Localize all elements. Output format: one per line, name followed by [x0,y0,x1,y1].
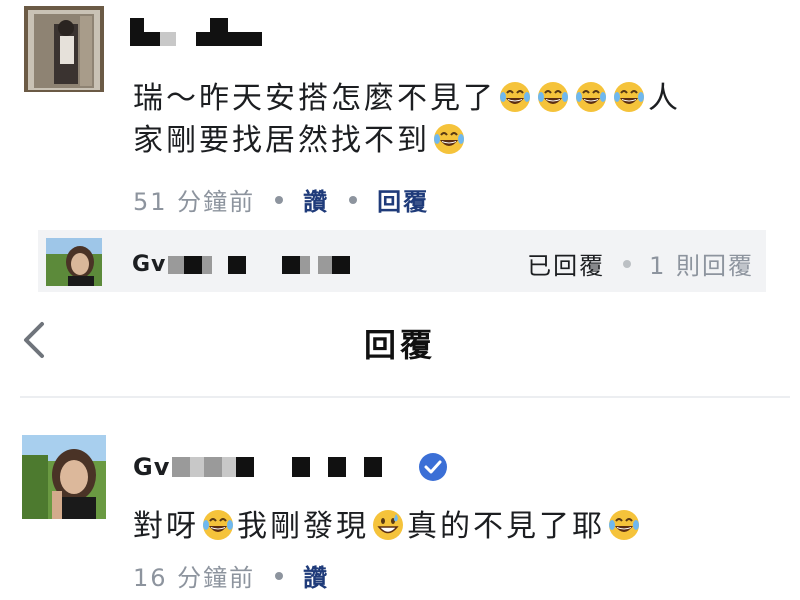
reply-summary-right: 已回覆 1 則回覆 [527,246,754,281]
comment-text-line2: 家剛要找居然找不到 [133,123,430,158]
tears-of-joy-emoji-icon [432,122,466,156]
tears-of-joy-emoji-icon [201,508,235,542]
separator-dot [349,195,358,204]
separator-dot [275,571,284,580]
reply-time: 16 分鐘前 [133,564,256,592]
avatar-photo [22,435,106,519]
avatar-top-commenter[interactable] [24,6,104,92]
replier-name-prefix[interactable]: Gv [133,453,170,481]
tears-of-joy-emoji-icon [607,508,641,542]
tears-of-joy-emoji-icon [574,80,608,114]
tears-of-joy-emoji-icon [612,80,646,114]
name-censor-block [168,255,351,274]
like-button[interactable]: 讚 [303,182,329,217]
replier-name-redacted: Gv [132,252,351,277]
reply-summary-bar[interactable]: Gv 已回覆 1 則回覆 [38,230,766,292]
comment-text: 瑞～昨天安搭怎麼不見了 人 家剛要找居然找不到 [133,78,773,162]
reply-meta: 16 分鐘前 讚 [133,558,329,593]
comment-line-2: 家剛要找居然找不到 [133,120,773,162]
chevron-left-icon [24,322,44,358]
header-divider [20,396,790,398]
comment-time: 51 分鐘前 [133,188,256,216]
comment-text-line1-tail: 人 [648,81,681,116]
reply-text-part2: 我剛發現 [237,509,369,544]
avatar-replier[interactable] [22,435,106,519]
reply-text-part3: 真的不見了耶 [407,509,605,544]
reply-text-part1: 對呀 [133,509,199,544]
replied-label: 已回覆 [527,252,606,280]
commenter-name-redacted[interactable] [130,18,262,46]
grinning-sweat-emoji-icon [371,508,405,542]
replier-name-prefix: Gv [132,252,167,277]
reply-text: 對呀 我剛發現 真的不見了耶 [133,506,773,548]
separator-dot [275,195,284,204]
reply-button[interactable]: 回覆 [377,182,429,217]
back-button[interactable] [14,318,54,362]
separator-dot [623,259,632,268]
verified-badge-icon [418,452,448,482]
tears-of-joy-emoji-icon [536,80,570,114]
reply-count[interactable]: 1 則回覆 [649,246,754,281]
comment-meta: 51 分鐘前 讚 回覆 [133,182,429,217]
comment-line-1: 瑞～昨天安搭怎麼不見了 人 [133,78,773,120]
replier-name-row: Gv [133,452,448,482]
comment-text-line1: 瑞～昨天安搭怎麼不見了 [133,81,496,116]
page-title: 回覆 [363,326,436,364]
tears-of-joy-emoji-icon [498,80,532,114]
like-button[interactable]: 讚 [303,558,329,593]
avatar-replier-small [46,238,102,286]
name-censor-block [172,457,383,477]
avatar-photo [24,6,104,92]
